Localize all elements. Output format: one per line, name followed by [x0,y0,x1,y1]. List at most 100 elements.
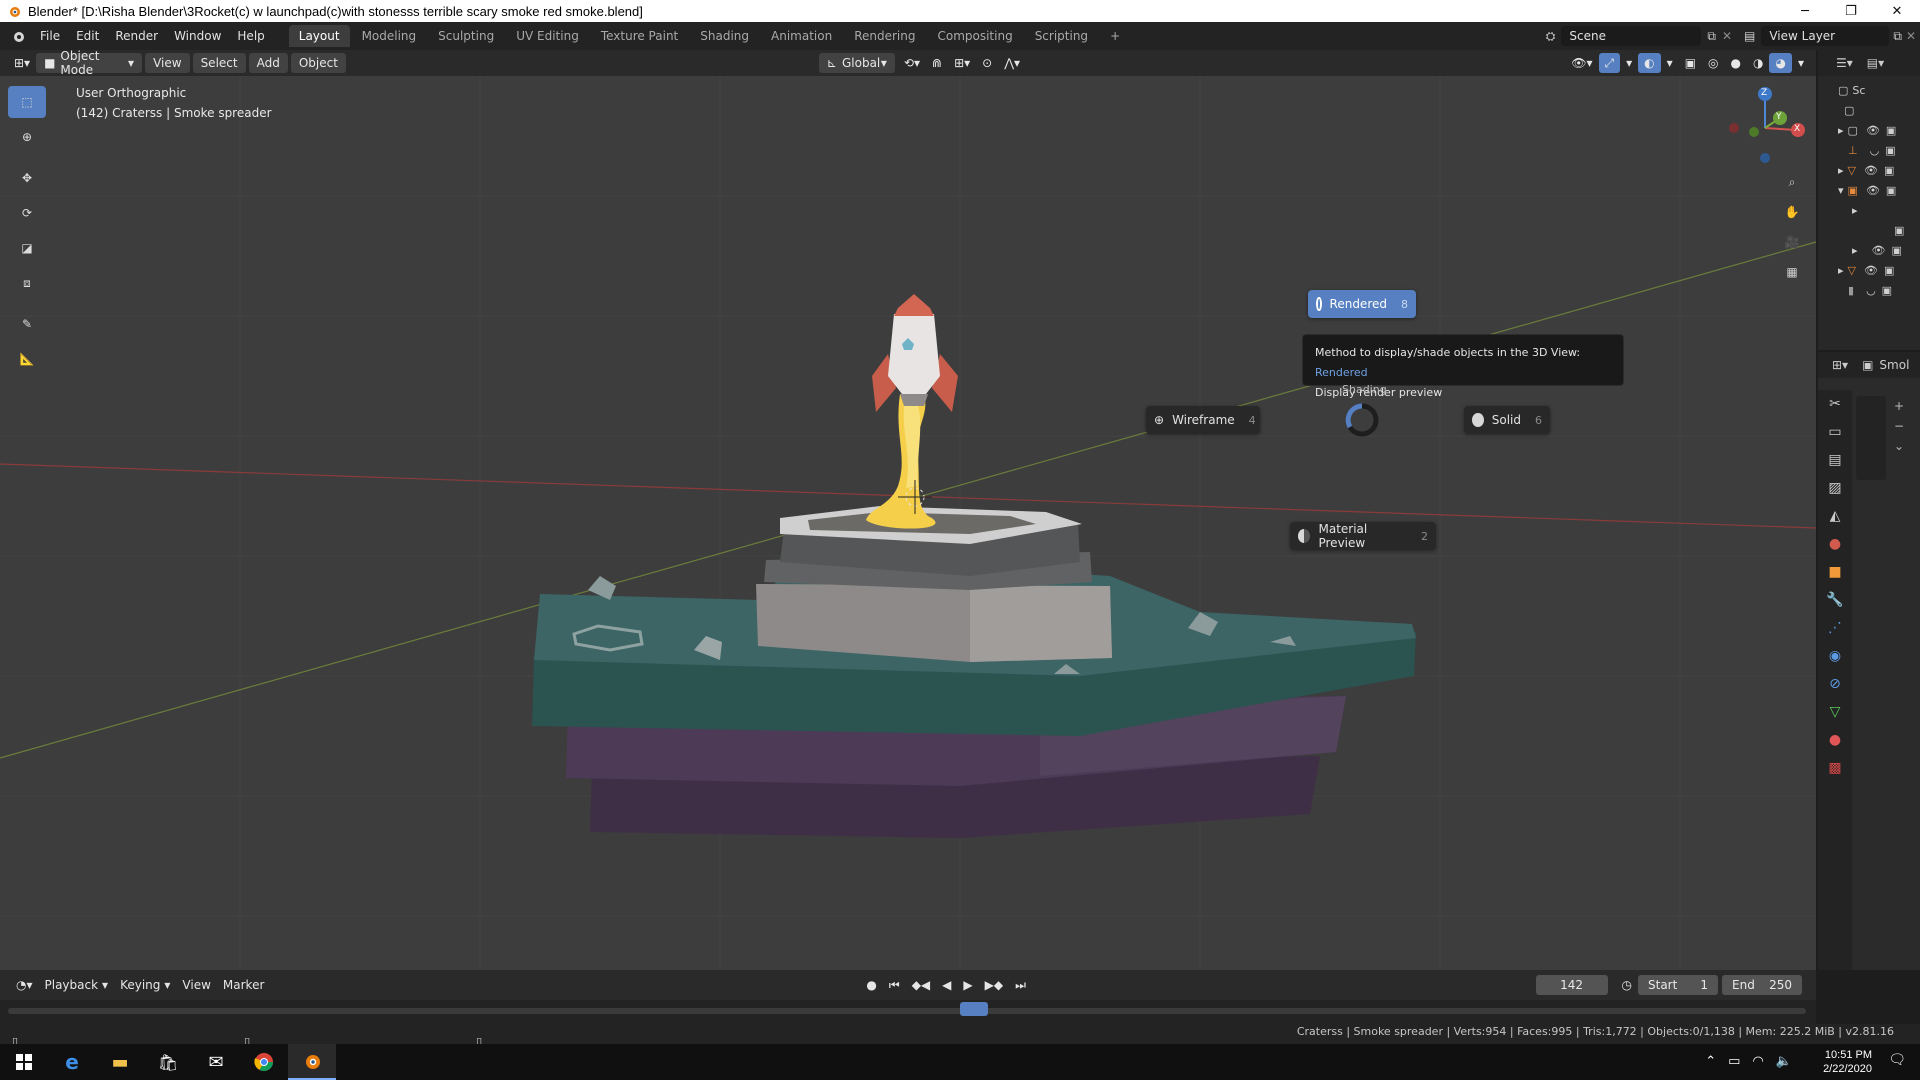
outliner-row[interactable]: ▮ ◡ ▣ [1838,280,1920,300]
menu-view[interactable]: View [145,53,190,73]
outliner-row[interactable]: ▢ [1838,100,1920,120]
falloff-icon[interactable]: ⋀▾ [998,53,1026,73]
scale-tool[interactable]: ◪ [8,232,46,264]
tab-sculpting[interactable]: Sculpting [428,25,504,47]
outliner-row[interactable]: ▣ [1838,220,1920,240]
blender-menu-icon[interactable] [10,28,26,44]
volume-icon[interactable]: 🔈 [1776,1054,1792,1069]
menu-select[interactable]: Select [192,53,246,73]
menu-file[interactable]: File [32,29,68,43]
rotate-tool[interactable]: ⟳ [8,197,46,229]
tab-modifiers[interactable]: 🔧 [1818,586,1852,614]
taskbar-edge[interactable]: e [48,1044,96,1080]
menu-object[interactable]: Object [290,53,346,73]
tab-scripting[interactable]: Scripting [1025,25,1098,47]
transform-orientation-selector[interactable]: ⊾ Global ▾ [818,53,895,73]
timeline-editor-icon[interactable]: ◔▾ [10,975,39,995]
camera-view-button[interactable]: 🎥 [1778,228,1806,256]
tab-layout[interactable]: Layout [288,25,350,47]
xray-toggle-icon[interactable]: ▣ [1679,53,1702,73]
select-box-tool[interactable]: ⬚ [8,86,46,118]
outliner-row[interactable]: ⊥ ◡ ▣ [1838,140,1920,160]
camera-render-icon[interactable]: ▣ [1886,184,1896,197]
scene-icon[interactable]: ⛭ [1546,29,1556,44]
editor-type-icon[interactable]: ⊞▾ [8,53,36,73]
windows-start-button[interactable] [0,1044,48,1080]
view-layer-selector[interactable]: View Layer [1761,26,1890,46]
perspective-toggle-button[interactable]: ▦ [1778,258,1806,286]
tab-scene[interactable]: ◭ [1818,502,1852,530]
menu-help[interactable]: Help [229,29,272,43]
eye-icon[interactable]: 👁 [1866,124,1880,137]
next-keyframe-icon[interactable]: ▶◆ [979,975,1009,995]
transform-tool[interactable]: ⧈ [8,267,46,299]
camera-render-icon[interactable]: ▣ [1882,284,1892,297]
outliner-row[interactable]: ▸ 👁 ▣ [1838,240,1920,260]
snap-target-icon[interactable]: ⊞▾ [948,53,976,73]
gizmo-options-icon[interactable]: ▾ [1620,53,1638,73]
tab-compositing[interactable]: Compositing [927,25,1022,47]
tab-tool[interactable]: ✂ [1818,390,1852,418]
pie-rendered-button[interactable]: Rendered 8 [1308,290,1416,318]
add-slot-icon[interactable]: + [1894,396,1912,416]
jump-start-icon[interactable]: ⏮ [883,975,906,995]
menu-window[interactable]: Window [166,29,229,43]
mode-selector[interactable]: ■ Object Mode ▾ [36,49,143,77]
outliner-row[interactable]: ▾ ▣ 👁 ▣ [1838,180,1920,200]
playhead[interactable] [960,1002,988,1016]
menu-playback[interactable]: Playback ▾ [39,975,115,995]
eye-icon[interactable]: 👁 [1864,264,1878,277]
shading-options-icon[interactable]: ▾ [1792,53,1810,73]
play-reverse-icon[interactable]: ◀ [936,975,957,995]
eye-icon[interactable]: 👁 [1864,164,1878,177]
remove-slot-icon[interactable]: − [1894,416,1912,436]
notification-icon[interactable]: 🗨 [1888,1052,1906,1068]
shading-solid-icon[interactable]: ● [1725,53,1747,73]
camera-render-icon[interactable]: ▣ [1884,264,1894,277]
shading-rendered-icon[interactable]: ◕ [1769,53,1792,73]
tab-uv-editing[interactable]: UV Editing [506,25,589,47]
wifi-icon[interactable]: ◠ [1752,1054,1763,1069]
camera-render-icon[interactable]: ▣ [1886,124,1896,137]
material-slot-list[interactable] [1856,396,1886,480]
camera-render-icon[interactable]: ▣ [1894,224,1904,237]
eye-icon[interactable]: ◡ [1870,144,1880,157]
pivot-point-icon[interactable]: ⟲▾ [898,53,926,73]
taskbar-blender[interactable] [288,1044,336,1080]
view-layer-icon[interactable]: ▤ [1744,29,1755,43]
end-frame-field[interactable]: End 250 [1722,975,1802,995]
eye-icon[interactable]: 👁 [1872,244,1886,257]
tab-modeling[interactable]: Modeling [352,25,427,47]
outliner-display-mode-icon[interactable]: ▤▾ [1867,56,1884,70]
eye-icon[interactable]: ◡ [1866,284,1876,297]
tab-texture-paint[interactable]: Texture Paint [591,25,688,47]
record-icon[interactable]: ● [860,975,882,995]
menu-keying[interactable]: Keying ▾ [114,975,176,995]
add-workspace-button[interactable]: + [1100,25,1130,47]
new-scene-icon[interactable]: ⧉ [1707,29,1716,44]
shading-wireframe-icon[interactable]: ◎ [1702,53,1724,73]
remove-scene-icon[interactable]: ✕ [1722,29,1732,43]
tab-particles[interactable]: ⋰ [1818,614,1852,642]
prev-keyframe-icon[interactable]: ◆◀ [906,975,936,995]
camera-render-icon[interactable]: ▣ [1892,244,1902,257]
tab-output[interactable]: ▤ [1818,446,1852,474]
new-view-layer-icon[interactable]: ⧉ [1893,29,1902,44]
move-tool[interactable]: ✥ [8,162,46,194]
tab-rendering[interactable]: Rendering [844,25,925,47]
tab-object[interactable]: ■ [1818,558,1852,586]
outliner-row[interactable]: ▢ Sc [1838,80,1920,100]
pie-material-preview-button[interactable]: Material Preview 2 [1290,522,1436,550]
camera-render-icon[interactable]: ▣ [1884,164,1894,177]
tab-physics[interactable]: ◉ [1818,642,1852,670]
camera-render-icon[interactable]: ▣ [1885,144,1895,157]
outliner-row[interactable]: ▸ ▢ 👁 ▣ [1838,120,1920,140]
taskbar-clock[interactable]: 10:51 PM 2/22/2020 [1823,1048,1872,1076]
tab-render[interactable]: ▭ [1818,418,1852,446]
menu-add[interactable]: Add [248,53,288,73]
shading-material-icon[interactable]: ◑ [1747,53,1769,73]
proportional-edit-icon[interactable]: ⊙ [976,53,998,73]
3d-viewport[interactable]: ⬚ ⊕ ✥ ⟳ ◪ ⧈ ✎ 📐 User Orthographic (142) … [0,76,1816,970]
cursor-tool[interactable]: ⊕ [8,121,46,153]
remove-view-layer-icon[interactable]: ✕ [1906,29,1916,43]
